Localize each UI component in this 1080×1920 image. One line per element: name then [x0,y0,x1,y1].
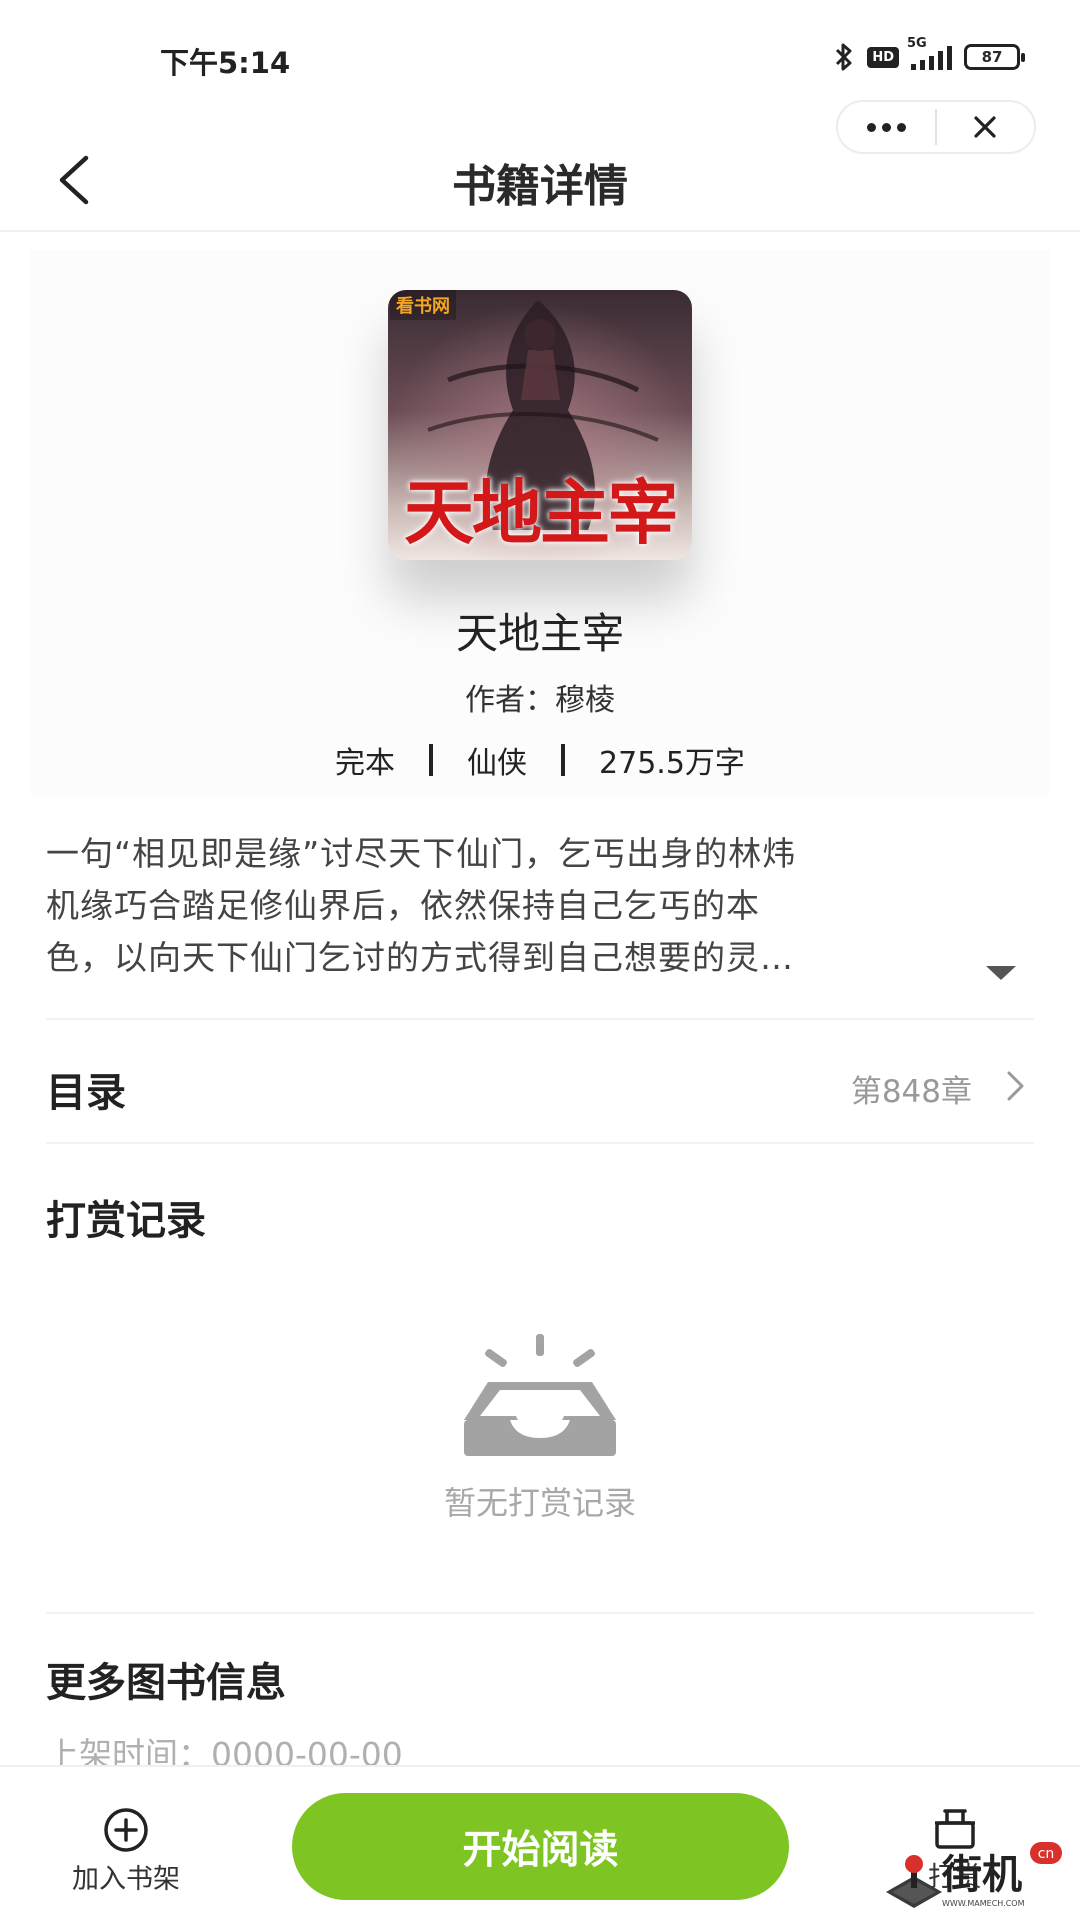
network-type: 5G [907,36,927,51]
cover-publisher-tag: 看书网 [390,290,456,320]
more-info-title: 更多图书信息 [46,1660,286,1706]
battery-icon: 87 [964,44,1025,70]
empty-reward-text: 暂无打赏记录 [443,1484,636,1522]
status-time: 下午5:14 [160,46,291,80]
description-line: 色，以向天下仙门乞讨的方式得到自己想要的灵… [46,938,794,977]
meta-separator [561,744,566,776]
latest-chapter: 第848章 [850,1074,972,1110]
more-dots-icon[interactable] [838,102,935,152]
description-line: 机缘巧合踏足修仙界后，依然保持自己乞丐的本 [46,886,760,925]
add-to-shelf-button[interactable]: 加入书架 [56,1807,196,1896]
watermark-domain: cn [1038,1846,1055,1862]
description-line: 一句“相见即是缘”讨尽天下仙门，乞丐出身的林炜 [46,834,797,873]
battery-level: 87 [981,48,1003,66]
chevron-right-icon [1007,1071,1024,1101]
book-description: 一句“相见即是缘”讨尽天下仙门，乞丐出身的林炜 机缘巧合踏足修仙界后，依然保持自… [46,828,996,984]
book-status: 完本 [335,746,396,781]
status-icons: HD 5G 87 [833,36,1025,72]
catalog-label: 目录 [46,1070,126,1116]
bluetooth-icon [836,43,852,71]
capsule-menu [836,100,1036,154]
book-title: 天地主宰 [455,609,624,658]
book-meta: 完本 仙侠 275.5万字 [0,738,1080,782]
status-bar: 下午5:14 HD 5G 87 [0,0,1080,100]
watermark-url: WWW.MAMECH.COM [942,1899,1025,1908]
close-icon[interactable] [937,102,1034,152]
book-author: 作者：穆棱 [465,683,615,718]
reward-section-title: 打赏记录 [46,1198,206,1244]
divider [46,1142,1034,1144]
meta-separator [429,744,434,776]
empty-inbox-icon [464,1334,616,1456]
expand-description-icon[interactable] [986,966,1016,980]
watermark-text: 街机 [941,1851,1022,1898]
add-shelf-label: 加入书架 [72,1864,180,1895]
plus-circle-icon [104,1808,148,1852]
catalog-row[interactable]: 目录 第848章 [0,1030,1080,1136]
start-reading-button[interactable]: 开始阅读 [292,1793,789,1900]
watermark-logo: 街机 cn WWW.MAMECH.COM [886,1842,1062,1908]
page-title: 书籍详情 [452,161,628,212]
divider [46,1018,1034,1020]
book-genre: 仙侠 [467,746,528,781]
hd-icon: HD [867,46,899,68]
signal-icon: 5G [907,36,952,70]
book-cover: 看书网 天地主宰 [388,290,692,560]
book-detail-page: 下午5:14 HD 5G 87 书籍详情 看书网 天地主宰 天地主宰 作者：穆棱… [0,0,1080,1920]
cover-title-text: 天地主宰 [404,471,678,554]
book-word-count: 275.5万字 [599,746,745,781]
divider [46,1612,1034,1614]
